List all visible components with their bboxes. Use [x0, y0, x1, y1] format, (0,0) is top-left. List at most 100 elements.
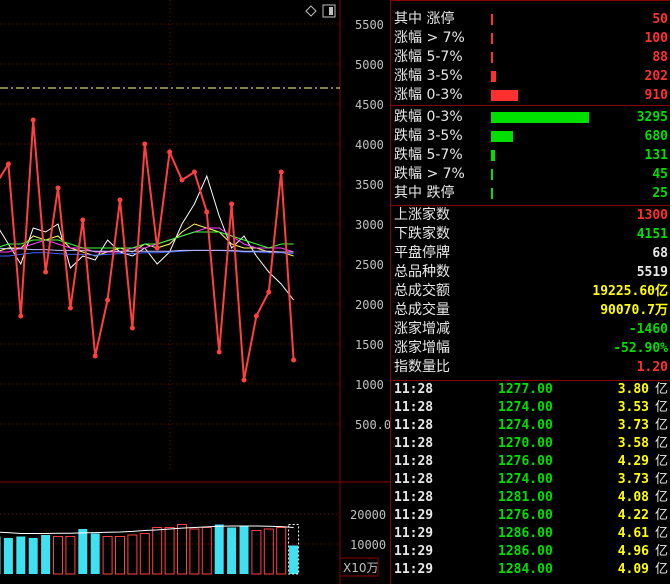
stat-label: 涨幅 0-3% [394, 87, 463, 103]
trade-row[interactable]: 11:28 1270.00 3.58 亿 [391, 435, 670, 453]
trade-price: 1274.00 [498, 400, 553, 415]
diamond-icon[interactable] [305, 5, 317, 17]
trade-price: 1286.00 [498, 526, 553, 541]
panel-toggle-icon[interactable] [322, 4, 336, 18]
panel-top-border [391, 0, 670, 1]
stat-row: 跌幅 > 7% 45 [391, 165, 670, 184]
stat-row: 跌幅 3-5% 680 [391, 127, 670, 146]
volume-bar [276, 527, 287, 575]
stat-label: 跌幅 5-7% [394, 147, 463, 163]
volume-bar [102, 536, 113, 575]
volume-bar [201, 527, 212, 575]
trade-row[interactable]: 11:29 1284.00 4.09 亿 [391, 561, 670, 579]
price-tick-label: 4500 [355, 98, 384, 112]
trade-row[interactable]: 11:29 1286.00 4.61 亿 [391, 525, 670, 543]
volume-bar [0, 536, 1, 574]
main-series-point [179, 177, 185, 183]
trade-price: 1277.00 [498, 382, 553, 397]
stat-value: 4151 [636, 227, 668, 242]
trade-time: 11:28 [394, 490, 434, 505]
trade-amount: 3.80 [617, 382, 649, 397]
stat-row: 涨幅 0-3% 910 [391, 86, 670, 105]
stat-value: 68 [652, 246, 668, 261]
stat-row: 跌幅 0-3% 3295 [391, 108, 670, 127]
volume-bar [65, 536, 76, 575]
trade-amount: 4.61 [617, 526, 649, 541]
volume-tick-label: 20000 [350, 508, 386, 522]
volume-tick-label: 10000 [350, 538, 386, 552]
stat-value: -52.90% [613, 341, 668, 356]
stat-bar [491, 14, 493, 25]
stat-label: 其中 涨停 [394, 11, 455, 27]
trade-unit: 亿 [654, 436, 668, 451]
price-tick-label: 3000 [355, 218, 384, 232]
volume-bar [177, 524, 187, 575]
main-series-point [117, 197, 123, 203]
stat-row: 其中 跌停 25 [391, 184, 670, 203]
trade-amount: 3.73 [617, 418, 649, 433]
main-series-point [18, 313, 24, 319]
market-breadth-panel: 其中 涨停 50 涨幅 > 7% 100 涨幅 5-7% 88 涨幅 3-5% 202 涨幅 0… [390, 0, 670, 584]
stat-row: 下跌家数 4151 [391, 225, 670, 244]
price-tick-label: 4000 [355, 138, 384, 152]
stat-label: 其中 跌停 [394, 185, 455, 201]
stat-label: 上涨家数 [394, 207, 450, 223]
market-chart[interactable]: 5500 5000 4500 4000 3500 3000 2500 2000 1500 1000… [0, 0, 390, 584]
main-series-point [92, 353, 98, 359]
main-series-point [266, 289, 272, 295]
stat-row: 指数量比 1.20 [391, 358, 670, 377]
trade-amount: 3.73 [617, 472, 649, 487]
stat-value: 1.20 [636, 360, 668, 375]
main-series-point [154, 245, 160, 251]
stat-bar [491, 71, 496, 82]
stat-value: 202 [644, 69, 668, 84]
volume-bar [41, 535, 51, 574]
stat-value: 25 [652, 186, 668, 201]
stat-row: 平盘停牌 68 [391, 244, 670, 263]
volume-bar [239, 526, 249, 574]
trade-price: 1284.00 [498, 562, 553, 577]
trade-row[interactable]: 11:29 1286.00 4.96 亿 [391, 543, 670, 561]
trade-row[interactable]: 11:28 1277.00 3.80 亿 [391, 381, 670, 399]
stat-row: 涨家增减 -1460 [391, 320, 670, 339]
stat-label: 涨幅 3-5% [394, 68, 463, 84]
trade-amount: 4.09 [617, 562, 649, 577]
volume-unit-label: X10万 [343, 561, 379, 575]
trade-price: 1274.00 [498, 418, 553, 433]
trade-amount: 4.29 [617, 454, 649, 469]
trade-row[interactable]: 11:28 1274.00 3.73 亿 [391, 417, 670, 435]
trade-row[interactable]: 11:28 1281.00 4.08 亿 [391, 489, 670, 507]
trade-row[interactable]: 11:28 1274.00 3.73 亿 [391, 471, 670, 489]
stat-label: 平盘停牌 [394, 245, 450, 261]
trade-time: 11:29 [394, 544, 434, 559]
trade-price: 1274.00 [498, 472, 553, 487]
stat-label: 跌幅 3-5% [394, 128, 463, 144]
market-chart-panel[interactable]: 5500 5000 4500 4000 3500 3000 2500 2000 1500 1000… [0, 0, 390, 584]
trade-time: 11:28 [394, 400, 434, 415]
price-tick-label: 2000 [355, 298, 384, 312]
trade-time: 11:29 [394, 508, 434, 523]
price-tick-label: 1500 [355, 338, 384, 352]
stat-row: 涨幅 3-5% 202 [391, 67, 670, 86]
stat-label: 涨家增幅 [394, 340, 450, 356]
main-series-point [43, 269, 49, 275]
price-tick-label: 2500 [355, 258, 384, 272]
volume-bar [189, 528, 200, 575]
volume-bar [78, 529, 88, 574]
volume-bar [16, 536, 26, 574]
stat-bar [491, 52, 493, 63]
trade-time: 11:28 [394, 472, 434, 487]
main-series-point [80, 217, 86, 223]
stat-label: 涨家增减 [394, 321, 450, 337]
ma-line [0, 174, 294, 301]
trade-time: 11:29 [394, 526, 434, 541]
stat-bar [491, 169, 493, 180]
trade-row[interactable]: 11:28 1276.00 4.29 亿 [391, 453, 670, 471]
trade-row[interactable]: 11:28 1274.00 3.53 亿 [391, 399, 670, 417]
trade-amount: 4.96 [617, 544, 649, 559]
stat-value: 45 [652, 167, 668, 182]
main-series-point [204, 209, 210, 215]
main-series-point [278, 169, 284, 175]
trade-row[interactable]: 11:29 1276.00 4.22 亿 [391, 507, 670, 525]
trade-unit: 亿 [654, 526, 668, 541]
